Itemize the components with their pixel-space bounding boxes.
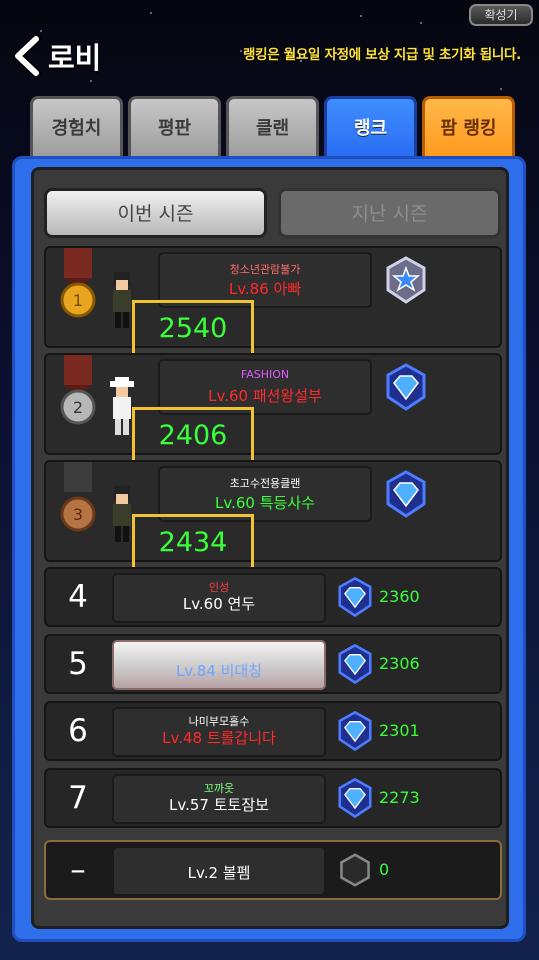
player-level-name: Lv.2 볼펨: [187, 864, 251, 882]
rank-points: 2273: [379, 788, 420, 807]
my-ranking-row[interactable]: – Lv.2 볼펨 0: [44, 840, 502, 900]
ranking-row-7[interactable]: 7 꼬까옷 Lv.57 토토잠보 2273: [44, 768, 502, 828]
player-level-name: Lv.86 아빠: [228, 280, 302, 298]
player-level-name: Lv.60 연두: [182, 595, 256, 613]
svg-text:1: 1: [73, 291, 83, 310]
ranking-panel: 이번 시즌 지난 시즌 1 청소년관람불가 Lv.86 아빠 2540 2 FA…: [12, 156, 526, 942]
silver-medal-icon: 2: [60, 355, 96, 425]
clan-name: 초고수전용클랜: [229, 477, 301, 490]
rank-number: 5: [68, 646, 88, 682]
player-level-name: Lv.60 특등사수: [215, 494, 315, 512]
clan-name: 나미부모홀수: [188, 715, 250, 728]
score-highlight: 2434: [132, 514, 254, 572]
ranking-list-container: 이번 시즌 지난 시즌 1 청소년관람불가 Lv.86 아빠 2540 2 FA…: [31, 167, 509, 929]
clan-name: [114, 646, 324, 659]
rank-number: 4: [68, 579, 88, 615]
ranking-row-2[interactable]: 2 FASHION Lv.60 패션왕설부 2406: [44, 353, 502, 465]
rank-number: 6: [68, 713, 88, 749]
megaphone-button[interactable]: 확성기: [469, 4, 533, 26]
rank-points: 2301: [379, 721, 420, 740]
back-label: 로비: [48, 41, 102, 75]
score-highlight: 2540: [132, 300, 254, 358]
gold-medal-icon: 1: [60, 248, 96, 318]
tab-rank[interactable]: 랭크: [324, 96, 417, 158]
diamond-emblem-icon: [338, 576, 372, 618]
previous-season-button[interactable]: 지난 시즌: [278, 188, 501, 238]
rank-points: 2360: [379, 587, 420, 606]
player-name-card: Lv.2 볼펨: [112, 846, 326, 896]
reset-notice: 랭킹은 월요일 자정에 보상 지급 및 초기화 됩니다.: [242, 47, 521, 63]
clan-name: 꼬까옷: [203, 782, 235, 795]
diamond-emblem-icon: [386, 470, 426, 518]
svg-text:3: 3: [73, 505, 83, 524]
rank-number: –: [70, 852, 86, 888]
back-button[interactable]: 로비: [10, 36, 101, 76]
score-highlight: 2406: [132, 407, 254, 465]
player-name-card: 꼬까옷 Lv.57 토토잠보: [112, 774, 326, 824]
ranking-row-1[interactable]: 1 청소년관람불가 Lv.86 아빠 2540: [44, 246, 502, 358]
diamond-emblem-icon: [338, 777, 372, 819]
player-level-name: Lv.57 토토잠보: [169, 796, 269, 814]
diamond-emblem-icon: [386, 363, 426, 411]
diamond-emblem-icon: [338, 710, 372, 752]
unranked-emblem-icon: [340, 853, 370, 887]
rank-points: 2306: [379, 654, 420, 673]
tab-experience[interactable]: 경험치: [30, 96, 123, 156]
clan-name: 청소년관람불가: [229, 263, 301, 276]
ranking-row-4[interactable]: 4 인성 Lv.60 연두 2360: [44, 567, 502, 627]
ranking-tabs: 경험치 평판 클랜 랭크 팜 랭킹: [30, 96, 515, 158]
ranking-row-6[interactable]: 6 나미부모홀수 Lv.48 트롤갑니다 2301: [44, 701, 502, 761]
ranking-row-5[interactable]: 5 Lv.84 비대칭 2306: [44, 634, 502, 694]
tab-clan[interactable]: 클랜: [226, 96, 319, 156]
player-name-card: Lv.84 비대칭: [112, 640, 326, 690]
bronze-medal-icon: 3: [60, 462, 96, 532]
clan-name: 인성: [208, 581, 230, 594]
master-emblem-icon: [386, 256, 426, 304]
ranking-row-3[interactable]: 3 초고수전용클랜 Lv.60 특등사수 2434: [44, 460, 502, 572]
player-level-name: Lv.84 비대칭: [175, 662, 263, 680]
current-season-button[interactable]: 이번 시즌: [44, 188, 267, 238]
player-name-card: 인성 Lv.60 연두: [112, 573, 326, 623]
player-level-name: Lv.60 패션왕설부: [208, 387, 322, 405]
rank-number: 7: [68, 780, 88, 816]
tab-farm-ranking[interactable]: 팜 랭킹: [422, 96, 515, 156]
chevron-left-icon: [13, 36, 41, 76]
diamond-emblem-icon: [338, 643, 372, 685]
tab-reputation[interactable]: 평판: [128, 96, 221, 156]
player-level-name: Lv.48 트롤갑니다: [162, 729, 276, 747]
svg-text:2: 2: [73, 398, 83, 417]
rank-points: 0: [379, 860, 390, 879]
player-name-card: 나미부모홀수 Lv.48 트롤갑니다: [112, 707, 326, 757]
clan-name: FASHION: [240, 368, 290, 381]
